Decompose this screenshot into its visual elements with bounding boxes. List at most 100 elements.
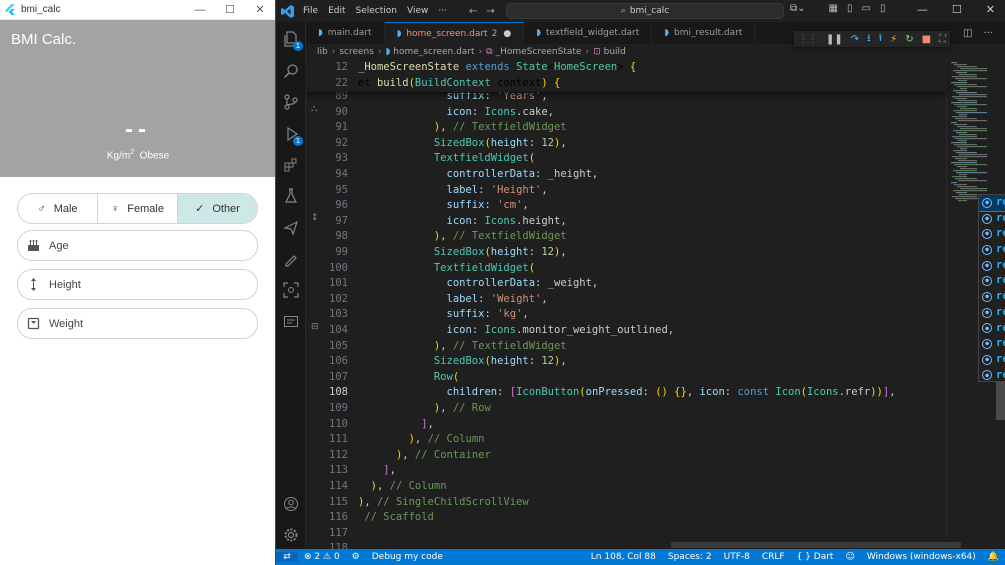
problems-indicator[interactable]: ⊗ 2 ⚠ 0: [298, 552, 346, 562]
source-control-icon[interactable]: [282, 93, 300, 111]
code-line[interactable]: SizedBox(height: 12),: [358, 245, 567, 261]
flutter-outline-icon[interactable]: [282, 219, 300, 237]
code-line[interactable]: ), // Row: [358, 401, 491, 417]
suggestion-item[interactable]: ●remove_from_queue_roundedIconData: [979, 289, 1005, 305]
code-line[interactable]: label: 'Weight',: [358, 292, 548, 308]
testing-icon[interactable]: [282, 187, 300, 205]
encoding[interactable]: UTF-8: [718, 552, 756, 562]
pause-icon[interactable]: ❚❚: [826, 34, 843, 45]
stop-icon[interactable]: ■: [922, 34, 931, 45]
suggestion-item[interactable]: ●refresh_outlinedIconData: [979, 211, 1005, 227]
toggle-panel-icon[interactable]: ▭: [862, 3, 871, 14]
sticky-code-line[interactable]: et build(BuildContext context) {: [358, 76, 560, 92]
cursor-position[interactable]: Ln 108, Col 88: [585, 552, 662, 562]
ports-icon[interactable]: [282, 313, 300, 331]
remote-explorer-icon[interactable]: [282, 250, 300, 268]
menu-view[interactable]: View: [402, 6, 433, 16]
code-line[interactable]: controllerData: _height,: [358, 167, 599, 183]
gender-option-other[interactable]: ✓ Other: [178, 194, 257, 223]
copilot-status-icon[interactable]: ☺: [839, 552, 860, 562]
suggestion-item[interactable]: ●refresh_sharpIconData: [979, 242, 1005, 258]
maximize-button[interactable]: ☐: [952, 3, 962, 16]
breadcrumb-item[interactable]: home_screen.dart: [393, 47, 474, 57]
code-line[interactable]: ],: [358, 463, 396, 479]
code-line[interactable]: children: [IconButton(onPressed: () {}, …: [358, 385, 896, 401]
suggestion-item[interactable]: ●remove_from_queue_outlinedIconData: [979, 273, 1005, 289]
debug-config[interactable]: Debug my code: [366, 552, 449, 562]
suggestion-item[interactable]: ●remove_from_queue_sharpIconData: [979, 305, 1005, 321]
suggestion-item[interactable]: ●restore_from_trash_sharpIconData: [979, 368, 1005, 381]
code-line[interactable]: ],: [358, 417, 434, 433]
language-mode[interactable]: { } Dart: [791, 552, 840, 562]
code-line[interactable]: suffix: 'kg',: [358, 307, 529, 323]
menu-more[interactable]: ···: [433, 6, 452, 16]
code-line[interactable]: icon: Icons.height,: [358, 214, 567, 230]
split-editor-icon[interactable]: ◫: [963, 28, 972, 39]
suggestion-item[interactable]: ●restore_from_trashIconData: [979, 321, 1005, 337]
end-of-line[interactable]: CRLF: [756, 552, 791, 562]
minimize-button[interactable]: —: [185, 4, 215, 16]
suggestion-item[interactable]: ●restore_from_trash_outlinedIconData: [979, 336, 1005, 352]
weight-field[interactable]: Weight: [17, 308, 258, 339]
menu-selection[interactable]: Selection: [351, 6, 402, 16]
restart-icon[interactable]: ↻: [905, 34, 913, 45]
gender-option-female[interactable]: ♀ Female: [98, 194, 178, 223]
gender-option-male[interactable]: ♂ Male: [18, 194, 98, 223]
tab-bmi-result-dart[interactable]: ◗ bmi_result.dart: [652, 22, 756, 44]
toggle-sidebar-icon[interactable]: ▯: [847, 3, 853, 14]
debug-icon[interactable]: ⚙: [346, 552, 366, 562]
suggestion-item[interactable]: ●remove_from_queueIconData: [979, 258, 1005, 274]
code-line[interactable]: controllerData: _weight,: [358, 276, 599, 292]
code-line[interactable]: suffix: 'cm',: [358, 198, 529, 214]
tab-dirty-indicator[interactable]: ●: [503, 29, 511, 39]
tab-main-dart[interactable]: ◗ main.dart: [306, 22, 385, 44]
tab-home-screen-dart[interactable]: ◗ home_screen.dart 2 ●: [384, 22, 525, 44]
suggestion-item[interactable]: ●refreshIconData: [979, 195, 1005, 212]
copilot-icon[interactable]: ⧉⌄: [790, 3, 806, 14]
device-selector[interactable]: Windows (windows-x64): [861, 552, 982, 562]
more-actions-icon[interactable]: ···: [983, 28, 993, 39]
code-line[interactable]: ), // SingleChildScrollView: [358, 495, 529, 511]
suggestion-item[interactable]: ●restore_from_trash_roundedIconData: [979, 352, 1005, 368]
breadcrumb-item[interactable]: lib: [317, 47, 328, 57]
forward-arrow-icon[interactable]: →: [486, 6, 494, 17]
suggestion-item[interactable]: ●refresh_roundedIconData: [979, 226, 1005, 242]
code-line[interactable]: ), // TextfieldWidget: [358, 229, 567, 245]
horizontal-scrollbar[interactable]: [671, 542, 961, 548]
code-line[interactable]: ), // Column: [358, 479, 447, 495]
code-line[interactable]: Row(: [358, 370, 459, 386]
sticky-scroll-header[interactable]: 12 _HomeScreenState extends State<HomeScr…: [306, 60, 946, 92]
height-field[interactable]: Height: [17, 269, 258, 300]
command-center-search[interactable]: ⌕ bmi_calc: [506, 3, 784, 19]
code-line[interactable]: // Scaffold: [358, 510, 434, 526]
code-line[interactable]: icon: Icons.cake,: [358, 105, 555, 121]
code-line[interactable]: TextfieldWidget(: [358, 261, 535, 277]
minimize-button[interactable]: —: [917, 3, 928, 16]
accounts-scan-icon[interactable]: [282, 281, 300, 299]
close-button[interactable]: ✕: [245, 3, 275, 16]
remote-indicator-icon[interactable]: ⇄: [276, 552, 298, 562]
breadcrumb-item[interactable]: _HomeScreenState: [496, 47, 582, 57]
account-icon[interactable]: [282, 495, 300, 513]
hot-reload-icon[interactable]: ⚡: [890, 34, 897, 45]
notifications-bell-icon[interactable]: 🔔: [982, 552, 1005, 562]
code-line[interactable]: SizedBox(height: 12),: [358, 354, 567, 370]
close-button[interactable]: ✕: [986, 3, 995, 16]
back-arrow-icon[interactable]: ←: [469, 6, 477, 17]
code-editor[interactable]: suffix: 'Years', icon: Icons.cake, ), //…: [358, 60, 943, 540]
menu-file[interactable]: File: [298, 6, 323, 16]
code-line[interactable]: ), // TextfieldWidget: [358, 339, 567, 355]
code-line[interactable]: label: 'Height',: [358, 183, 548, 199]
step-over-icon[interactable]: ↷: [851, 34, 859, 45]
code-line[interactable]: ), // Column: [358, 432, 485, 448]
menu-edit[interactable]: Edit: [323, 6, 350, 16]
age-field[interactable]: Age: [17, 230, 258, 261]
tab-textfield-widget-dart[interactable]: ◗ textfield_widget.dart: [524, 22, 653, 44]
code-line[interactable]: icon: Icons.monitor_weight_outlined,: [358, 323, 675, 339]
explorer-icon[interactable]: 1: [282, 30, 303, 51]
search-icon[interactable]: [282, 62, 300, 80]
maximize-button[interactable]: ☐: [215, 3, 245, 16]
settings-gear-icon[interactable]: [282, 526, 300, 544]
code-line[interactable]: TextfieldWidget(: [358, 151, 535, 167]
run-debug-icon[interactable]: 1: [282, 125, 303, 146]
